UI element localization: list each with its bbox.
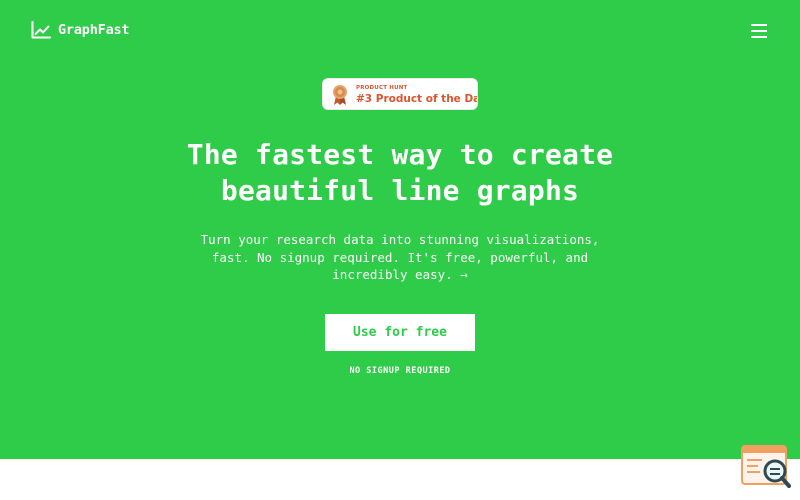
search-chat-icon: [741, 445, 791, 488]
product-hunt-badge[interactable]: PRODUCT HUNT #3 Product of the Day: [322, 78, 478, 110]
brand-name: GraphFast: [58, 22, 130, 38]
badge-label-main: #3 Product of the Day: [356, 93, 478, 105]
hero-section: GraphFast PRODUCT HUNT #3 Product of the…: [0, 0, 800, 459]
no-signup-note: NO SIGNUP REQUIRED: [349, 366, 451, 376]
hamburger-menu-icon: [751, 24, 767, 38]
hero-subtext: Turn your research data into stunning vi…: [200, 232, 600, 282]
line-chart-icon: [31, 21, 51, 39]
badge-label-small: PRODUCT HUNT: [356, 85, 408, 91]
headline-line-2: beautiful line graphs: [220, 174, 580, 207]
medal-icon: [333, 85, 347, 105]
hero-headline: The fastest way to create beautiful line…: [100, 137, 700, 209]
headline-line-1: The fastest way to create: [186, 138, 614, 171]
search-chat-widget[interactable]: [740, 444, 792, 490]
menu-button[interactable]: [750, 22, 770, 40]
brand-logo[interactable]: GraphFast: [31, 21, 130, 39]
use-for-free-button[interactable]: Use for free: [325, 314, 475, 351]
